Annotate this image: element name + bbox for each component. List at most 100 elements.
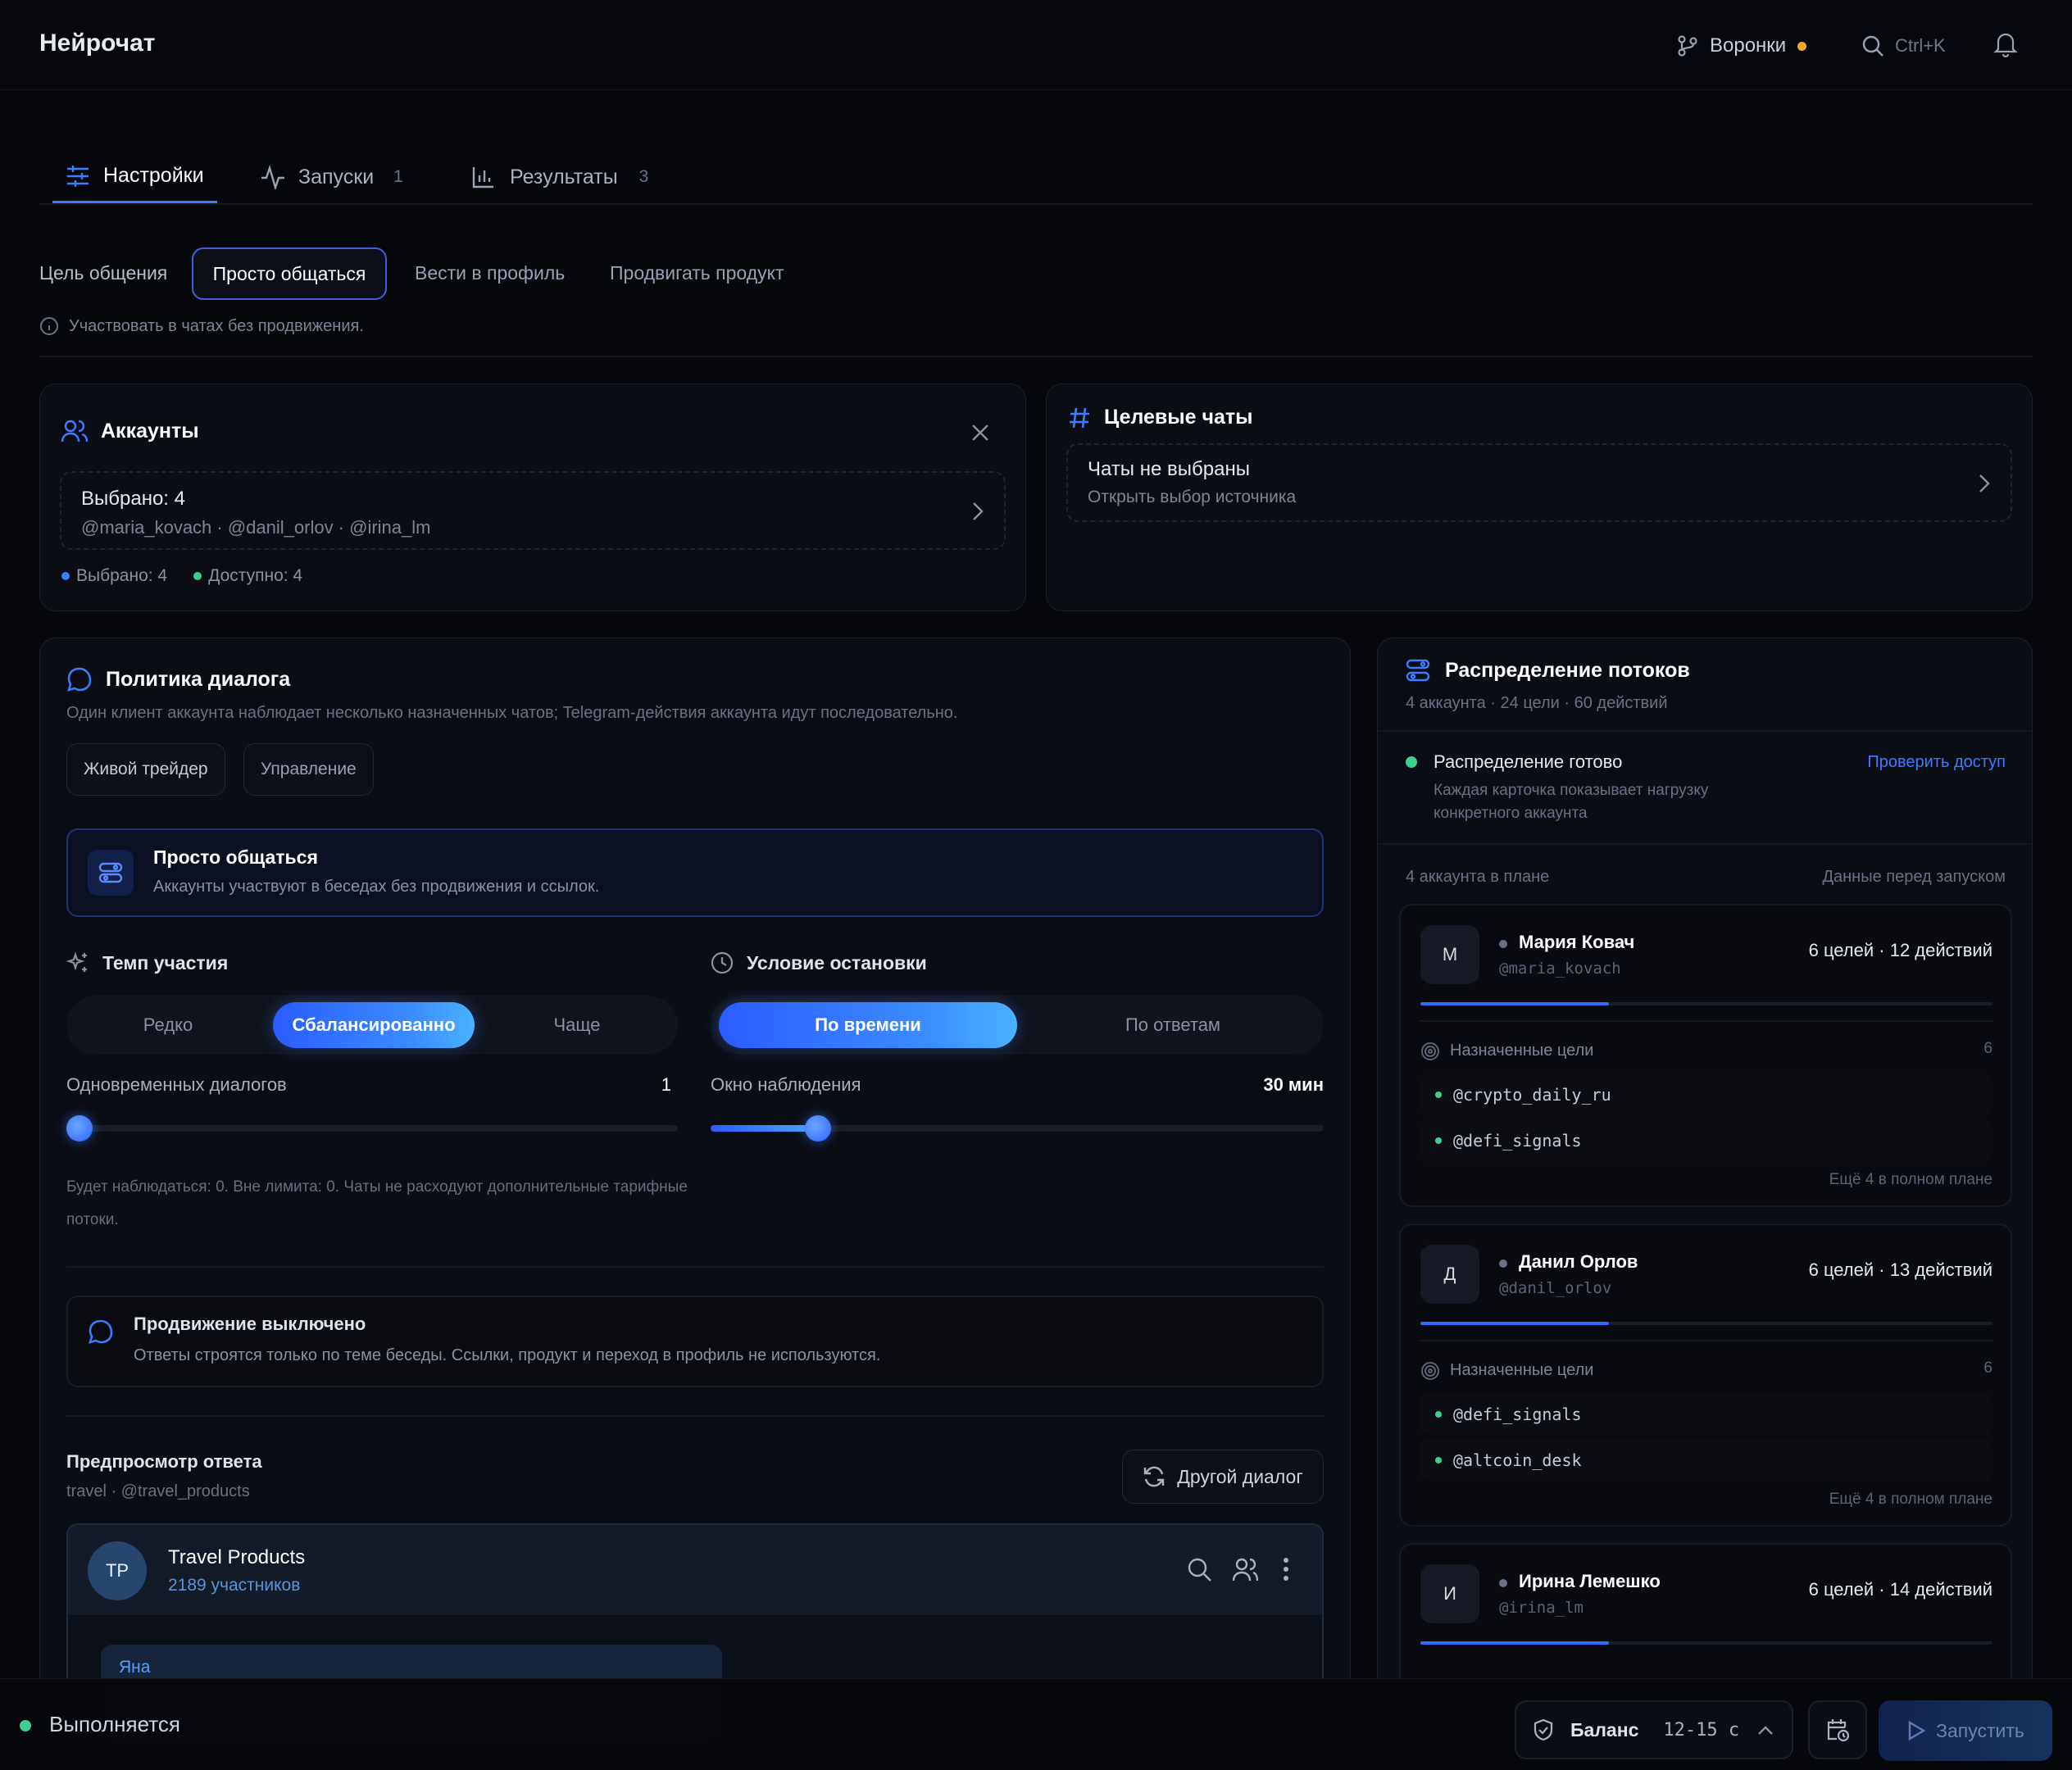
pace-often[interactable]: Чаще	[476, 996, 678, 1055]
run-button[interactable]: Запустить	[1879, 1700, 2052, 1761]
concurrent-slider[interactable]	[66, 1115, 678, 1141]
targets-more[interactable]: Ещё 4 в полном плане	[1647, 1491, 1992, 1509]
chip-live-trader-label: Живой трейдер	[84, 760, 208, 778]
goal-hint: Участвовать в чатах без продвижения.	[39, 316, 364, 336]
members-icon[interactable]	[1232, 1556, 1258, 1582]
goal-option-chat[interactable]: Просто общаться	[192, 247, 387, 300]
goal-option-chat-label: Просто общаться	[212, 262, 366, 284]
calendar-clock-icon	[1825, 1718, 1850, 1742]
goal-label: Цель общения	[39, 262, 168, 284]
schedule-button[interactable]	[1808, 1700, 1867, 1759]
chip-management[interactable]: Управление	[243, 743, 374, 796]
refresh-icon	[1143, 1465, 1166, 1488]
pace-rare[interactable]: Редко	[66, 996, 270, 1055]
accounts-stats: Выбрано: 4 Доступно: 4	[61, 566, 302, 586]
play-icon	[1906, 1720, 1926, 1741]
accounts-handles: @maria_kovach · @danil_orlov · @irina_lm	[81, 517, 431, 538]
users-icon	[61, 419, 88, 443]
goal-option-profile[interactable]: Вести в профиль	[415, 262, 565, 284]
target-chats-empty: Чаты не выбраны	[1088, 458, 1250, 480]
chat-avatar: TP	[88, 1541, 147, 1600]
tabs-divider	[39, 203, 2033, 205]
other-dialog-button[interactable]: Другой диалог	[1122, 1450, 1324, 1504]
run-label: Запустить	[1936, 1719, 2024, 1741]
tab-results[interactable]: Результаты 3	[472, 151, 648, 203]
chat-name: Travel Products	[168, 1546, 306, 1568]
goal-option-promote[interactable]: Продвигать продукт	[610, 262, 784, 284]
top-bar: Нейрочат Воронки Ctrl+K	[0, 0, 2072, 90]
policy-subtitle: Один клиент аккаунта наблюдает несколько…	[66, 704, 958, 722]
tab-runs-count: 1	[393, 167, 403, 186]
target-chats-title: Целевые чаты	[1104, 406, 1253, 429]
chip-live-trader[interactable]: Живой трейдер	[66, 743, 225, 796]
target-handle: @crypto_daily_ru	[1453, 1085, 1611, 1105]
other-dialog-label: Другой диалог	[1177, 1465, 1303, 1487]
window-slider[interactable]	[711, 1115, 1324, 1141]
load-bar-fill	[1420, 1002, 1610, 1005]
bell-icon[interactable]	[1993, 31, 2018, 57]
distribution-header: Распределение потоков	[1406, 658, 1690, 683]
status-title: Распределение готово	[1434, 751, 1623, 772]
tab-settings[interactable]: Настройки	[52, 151, 217, 203]
load-bar	[1420, 1322, 1992, 1325]
slider-thumb[interactable]	[66, 1115, 93, 1141]
balance-button[interactable]: Баланс 12-15 с	[1515, 1700, 1793, 1759]
load-bar-fill	[1420, 1641, 1610, 1645]
balance-value: 12-15 с	[1663, 1719, 1740, 1740]
search-shortcut: Ctrl+K	[1895, 35, 1946, 56]
chevron-right-icon	[971, 501, 984, 522]
pace-segmented: Редко Сбалансированно Чаще	[66, 996, 678, 1055]
target-chats-selector[interactable]: Чаты не выбраны Открыть выбор источника	[1066, 443, 2012, 522]
pace-balanced[interactable]: Сбалансированно	[273, 1002, 475, 1048]
accounts-selector[interactable]: Выбрано: 4 @maria_kovach · @danil_orlov …	[60, 471, 1006, 550]
preview-source: travel · @travel_products	[66, 1482, 250, 1500]
activity-icon	[261, 165, 285, 189]
goal-divider	[39, 356, 2033, 357]
check-access-link[interactable]: Проверить доступ	[1788, 753, 2006, 772]
targets-more[interactable]: Ещё 4 в полном плане	[1647, 1171, 1992, 1189]
search-button[interactable]: Ctrl+K	[1861, 31, 1946, 61]
target-row: @defi_signals	[1420, 1394, 1992, 1435]
pace-title: Темп участия	[102, 951, 229, 974]
account-avatar: М	[1420, 925, 1479, 984]
load-bar-fill	[1420, 1322, 1610, 1325]
status-dot	[1406, 756, 1417, 768]
accounts-card: Аккаунты Выбрано: 4 @maria_kovach · @dan…	[39, 384, 1026, 611]
funnels-button[interactable]: Воронки	[1677, 31, 1807, 61]
balance-label: Баланс	[1570, 1718, 1639, 1740]
targets-label: Назначенные цели	[1450, 1042, 1594, 1060]
slider-thumb[interactable]	[805, 1115, 831, 1141]
promo-box: Продвижение выключено Ответы строятся то…	[66, 1296, 1324, 1387]
close-icon[interactable]	[970, 422, 991, 443]
policy-divider	[66, 1266, 1324, 1268]
mode-title: Просто общаться	[153, 846, 318, 868]
search-icon[interactable]	[1186, 1556, 1212, 1582]
distribution-summary: 4 аккаунта · 24 цели · 60 действий	[1406, 694, 1668, 712]
load-bar	[1420, 1641, 1992, 1645]
account-card[interactable]: Д Данил Орлов @danil_orlov 6 целей · 13 …	[1399, 1223, 2012, 1527]
tab-runs[interactable]: Запуски 1	[261, 151, 403, 203]
hash-icon	[1068, 406, 1091, 429]
account-card[interactable]: М Мария Ковач @maria_kovach 6 целей · 12…	[1399, 904, 2012, 1207]
tab-results-label: Результаты	[510, 165, 618, 188]
account-divider	[1420, 1020, 1992, 1022]
stop-by-time[interactable]: По времени	[719, 1002, 1017, 1048]
account-divider	[1420, 1340, 1992, 1341]
accounts-header: Аккаунты	[61, 419, 199, 443]
load-bar	[1420, 1002, 1992, 1005]
targets-label: Назначенные цели	[1450, 1361, 1594, 1379]
stop-by-replies[interactable]: По ответам	[1022, 996, 1324, 1055]
available-dot	[193, 572, 202, 580]
bar-chart-icon	[472, 166, 495, 188]
app-title: Нейрочат	[39, 30, 156, 57]
account-load: 6 целей · 13 действий	[1808, 1259, 1992, 1280]
more-vertical-icon[interactable]	[1281, 1556, 1291, 1582]
target-handle: @defi_signals	[1453, 1131, 1582, 1150]
funnels-label: Воронки	[1710, 34, 1787, 57]
stop-segmented: По времени По ответам	[711, 996, 1324, 1055]
account-handle: @irina_lm	[1499, 1599, 1584, 1617]
target-dot	[1435, 1092, 1442, 1098]
target-chats-open-source: Открыть выбор источника	[1088, 488, 1297, 506]
policy-header: Политика диалога	[66, 666, 290, 692]
flows-icon	[1406, 658, 1430, 683]
